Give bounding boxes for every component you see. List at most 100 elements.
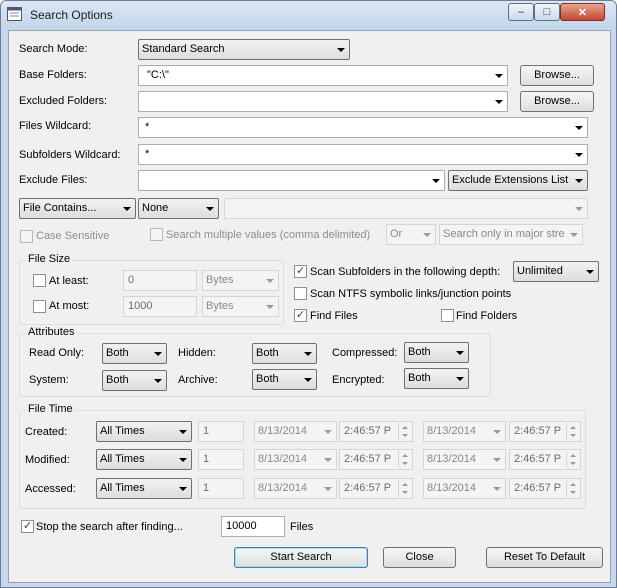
at-most-unit-select[interactable]: Bytes [202, 296, 279, 317]
chevron-down-icon [324, 458, 332, 462]
search-mode-label: Search Mode: [19, 43, 88, 55]
browse-base-button[interactable]: Browse... [520, 65, 594, 86]
from-time-input[interactable]: 2:46:57 P [339, 449, 413, 470]
find-folders-checkbox[interactable] [441, 309, 454, 322]
case-sensitive-checkbox[interactable] [20, 230, 33, 243]
chevron-down-icon [495, 100, 503, 104]
time-row-label: Modified: [25, 454, 70, 466]
chevron-down-icon [493, 487, 501, 491]
time-amount-input[interactable]: 1 [198, 421, 244, 442]
at-most-label: At most: [49, 300, 90, 312]
archive-select[interactable]: Both [252, 369, 317, 390]
chevron-down-icon [266, 279, 274, 283]
exclude-files-input[interactable] [138, 170, 445, 191]
or-select[interactable]: Or [386, 224, 436, 245]
scan-subfolders-checkbox[interactable] [294, 264, 307, 278]
subfolders-wildcard-input[interactable]: * [138, 144, 588, 165]
read-only-label: Read Only: [29, 347, 85, 359]
to-date-picker[interactable]: 8/13/2014 [423, 478, 506, 499]
read-only-select[interactable]: Both [102, 343, 167, 364]
spin-arrows-icon[interactable] [566, 480, 579, 497]
time-amount-input[interactable]: 1 [198, 449, 244, 470]
search-options-window: Search Options ‒ □ ✕ Search Mode: Standa… [0, 0, 617, 588]
contains-value-input[interactable] [224, 198, 588, 219]
chevron-down-icon [154, 379, 162, 383]
chevron-down-icon [575, 126, 583, 130]
contains-type-select[interactable]: None [138, 198, 219, 219]
archive-label: Archive: [178, 374, 218, 386]
encrypted-select[interactable]: Both [404, 368, 469, 389]
at-most-input[interactable]: 1000 [123, 296, 197, 317]
spin-arrows-icon[interactable] [566, 451, 579, 468]
depth-select[interactable]: Unlimited [513, 261, 599, 282]
streams-select[interactable]: Search only in major stre [439, 224, 583, 245]
close-window-button[interactable]: ✕ [560, 3, 605, 21]
files-wildcard-input[interactable]: * [138, 117, 588, 138]
attributes-title: Attributes [26, 326, 77, 338]
title-bar[interactable]: Search Options ‒ □ ✕ [1, 1, 616, 29]
time-mode-select[interactable]: All Times [96, 449, 192, 470]
stop-after-label: Stop the search after finding... [36, 521, 183, 533]
spin-arrows-icon[interactable] [398, 451, 411, 468]
chevron-down-icon [575, 207, 583, 211]
time-amount-input[interactable]: 1 [198, 478, 244, 499]
from-time-input[interactable]: 2:46:57 P [339, 478, 413, 499]
from-date-picker[interactable]: 8/13/2014 [254, 449, 337, 470]
minimize-button[interactable]: ‒ [508, 3, 534, 21]
find-files-label: Find Files [310, 310, 358, 322]
chevron-down-icon [154, 352, 162, 356]
to-time-input[interactable]: 2:46:57 P [509, 449, 581, 470]
reset-default-button[interactable]: Reset To Default [486, 547, 603, 568]
at-least-unit-select[interactable]: Bytes [202, 270, 279, 291]
compressed-select[interactable]: Both [404, 342, 469, 363]
chevron-down-icon [423, 233, 431, 237]
encrypted-label: Encrypted: [332, 374, 385, 386]
to-date-picker[interactable]: 8/13/2014 [423, 449, 506, 470]
spin-arrows-icon[interactable] [398, 423, 411, 440]
from-date-picker[interactable]: 8/13/2014 [254, 478, 337, 499]
hidden-select[interactable]: Both [252, 343, 317, 364]
scan-ntfs-checkbox[interactable] [294, 287, 307, 300]
file-time-title: File Time [26, 403, 75, 415]
exclude-extensions-select[interactable]: Exclude Extensions List [448, 170, 588, 191]
close-button[interactable]: Close [383, 547, 456, 568]
time-mode-select[interactable]: All Times [96, 478, 192, 499]
chevron-down-icon [456, 377, 464, 381]
to-time-input[interactable]: 2:46:57 P [509, 421, 581, 442]
files-wildcard-label: Files Wildcard: [19, 120, 92, 132]
spin-arrows-icon[interactable] [566, 423, 579, 440]
maximize-icon: □ [543, 6, 551, 18]
stop-after-checkbox[interactable] [21, 519, 34, 533]
chevron-down-icon [337, 48, 345, 52]
excluded-folders-input[interactable] [138, 91, 508, 112]
at-most-checkbox[interactable] [33, 300, 46, 313]
spin-arrows-icon[interactable] [398, 480, 411, 497]
browse-excluded-button[interactable]: Browse... [520, 91, 594, 112]
from-time-input[interactable]: 2:46:57 P [339, 421, 413, 442]
at-least-checkbox[interactable] [33, 274, 46, 287]
exclude-files-label: Exclude Files: [19, 174, 88, 186]
search-mode-select[interactable]: Standard Search [138, 39, 350, 60]
stop-after-input[interactable]: 10000 [221, 516, 285, 537]
start-search-button[interactable]: Start Search [234, 547, 368, 568]
chevron-down-icon [123, 207, 131, 211]
system-select[interactable]: Both [102, 370, 167, 391]
to-date-picker[interactable]: 8/13/2014 [423, 421, 506, 442]
chevron-down-icon [179, 430, 187, 434]
maximize-button[interactable]: □ [534, 3, 560, 21]
base-folders-label: Base Folders: [19, 69, 87, 81]
find-files-checkbox[interactable] [294, 308, 307, 322]
chevron-down-icon [304, 352, 312, 356]
time-mode-select[interactable]: All Times [96, 421, 192, 442]
file-contains-select[interactable]: File Contains... [19, 198, 136, 219]
window-title: Search Options [30, 8, 113, 22]
base-folders-input[interactable]: "C:\" [138, 65, 508, 86]
multiple-values-label: Search multiple values (comma delimited) [166, 229, 371, 241]
to-time-input[interactable]: 2:46:57 P [509, 478, 581, 499]
at-least-input[interactable]: 0 [123, 270, 197, 291]
from-date-picker[interactable]: 8/13/2014 [254, 421, 337, 442]
case-sensitive-label: Case Sensitive [36, 230, 110, 242]
multiple-values-checkbox[interactable] [150, 228, 163, 241]
chevron-down-icon [586, 270, 594, 274]
chevron-down-icon [324, 487, 332, 491]
